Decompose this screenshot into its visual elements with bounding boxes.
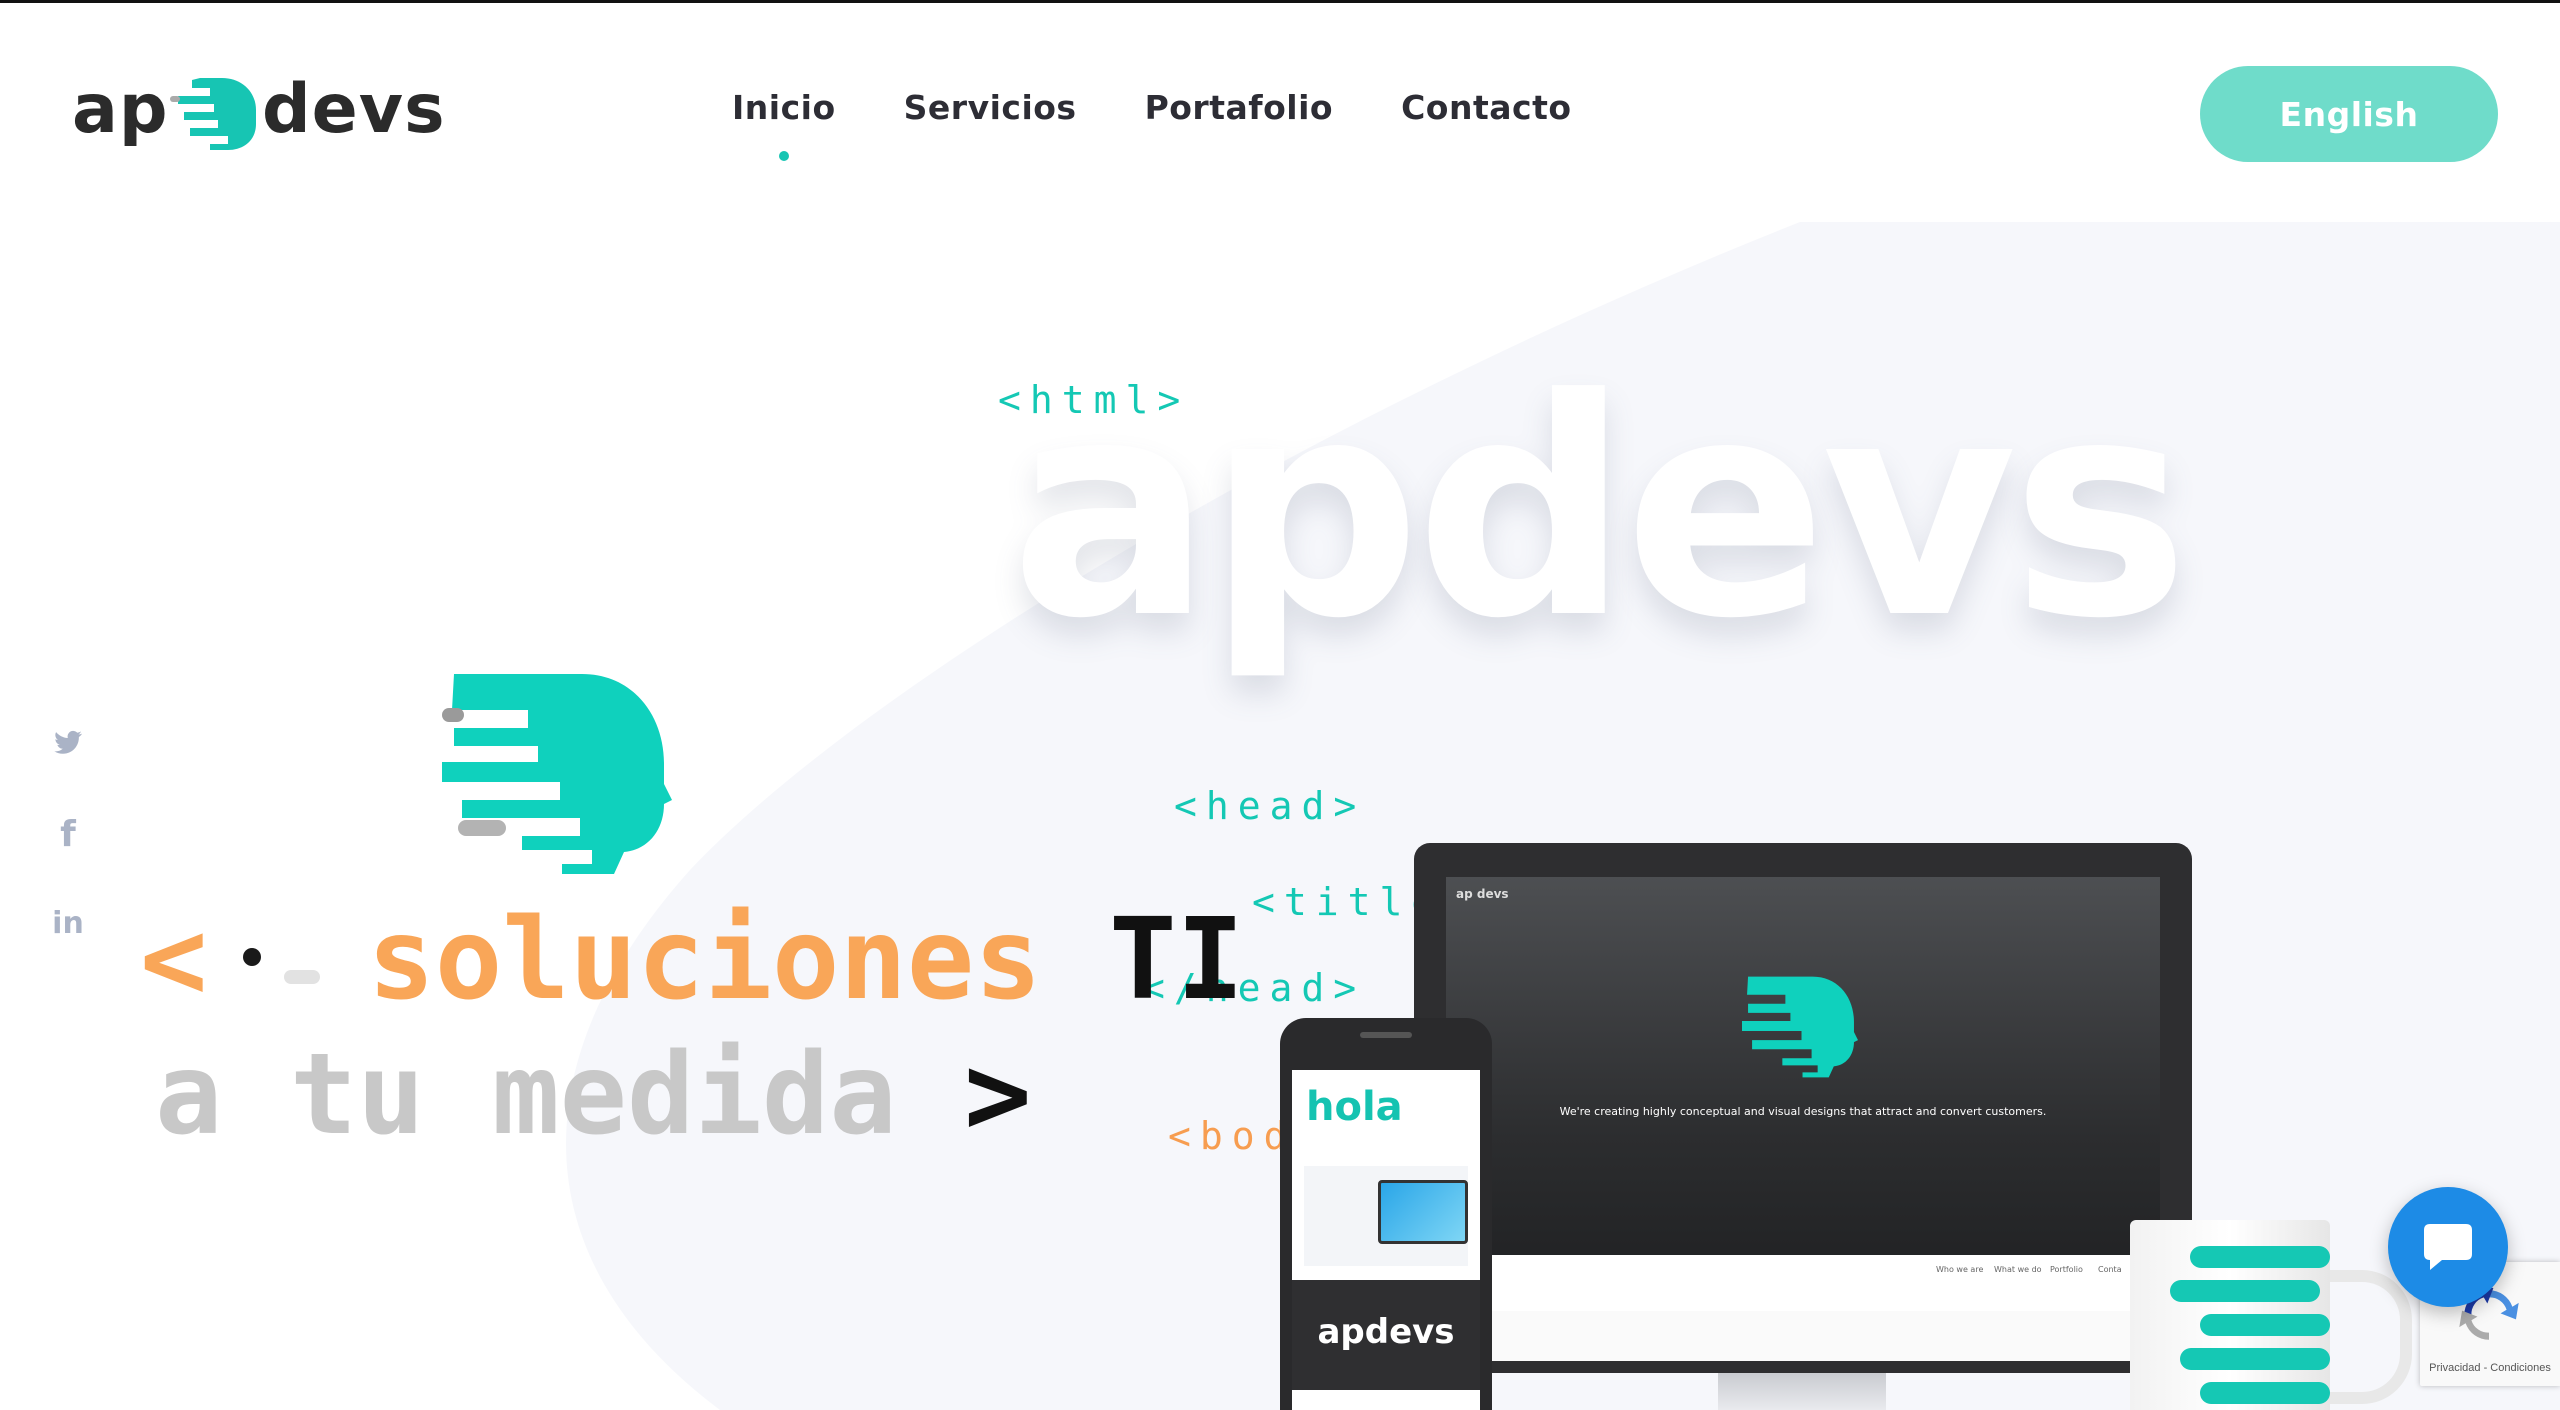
monitor-stand [1718, 1373, 1886, 1410]
phone-screen: hola apdevs [1292, 1070, 1480, 1410]
twitter-icon[interactable] [48, 728, 88, 758]
hero-headline-line2: a tu medida > [155, 1030, 1032, 1160]
monitor-menu-item: Who we are [1936, 1265, 1984, 1274]
head-lines-icon [442, 674, 672, 874]
laptop-illustration [1378, 1180, 1468, 1244]
headline-word-ti: TI [1109, 895, 1245, 1025]
monitor-tagline: We're creating highly conceptual and vis… [1559, 1105, 2047, 1118]
face-lines-icon [170, 78, 256, 150]
code-tag-html: <html> [998, 378, 1190, 422]
nav-item-inicio[interactable]: Inicio [732, 88, 836, 161]
monitor-menu-item: Portfolio [2050, 1265, 2083, 1274]
monitor-menu-item: Conta [2098, 1265, 2122, 1274]
nav-item-servicios[interactable]: Servicios [904, 88, 1077, 127]
monitor-menu-item: What we do [1994, 1265, 2042, 1274]
code-tag-head: <head> [1174, 784, 1366, 828]
nav-item-contacto[interactable]: Contacto [1401, 88, 1571, 127]
phone-brand-text: apdevs [1317, 1312, 1455, 1352]
main-nav: Inicio Servicios Portafolio Contacto [732, 88, 1572, 161]
chat-bubble-icon [2424, 1224, 2472, 1270]
code-tag-body: <bod [1168, 1114, 1296, 1158]
headline-word-soluciones: soluciones [367, 895, 1042, 1025]
headline-open-bracket: < [140, 895, 208, 1025]
monitor-chin [1446, 1311, 2160, 1361]
monitor-head-icon [1742, 976, 1858, 1078]
linkedin-icon[interactable]: in [48, 906, 88, 941]
phone-dark-banner: apdevs [1292, 1280, 1480, 1390]
recaptcha-text: Privacidad - Condiciones [2429, 1362, 2551, 1374]
logo-text-ap: ap [72, 70, 169, 149]
facebook-icon[interactable]: f [48, 814, 88, 855]
office-photo [1446, 877, 2160, 1311]
nav-item-portafolio[interactable]: Portafolio [1145, 88, 1334, 127]
monitor-logo: ap devs [1456, 887, 1509, 901]
headline-close-bracket: > [964, 1030, 1032, 1160]
headline-a-tu-medida: a tu medida [155, 1030, 897, 1160]
chat-button[interactable] [2388, 1187, 2508, 1307]
mug-mockup [2130, 1220, 2330, 1410]
monitor-screen: ap devs We're creating highly conceptual… [1446, 877, 2160, 1311]
hero-headline-line1: < soluciones TI [140, 895, 1244, 1025]
language-switch-button[interactable]: English [2200, 66, 2498, 162]
monitor-subnav: Who we are What we do Portfolio Conta [1446, 1255, 2160, 1311]
cursor-dash [284, 970, 320, 984]
phone-mockup: hola apdevs [1280, 1018, 1492, 1410]
phone-hola-text: hola [1306, 1084, 1403, 1130]
phone-content-card [1304, 1166, 1468, 1266]
phone-speaker [1360, 1032, 1412, 1038]
mug-handle [2330, 1270, 2412, 1404]
cursor-dot [243, 948, 261, 966]
mug-logo-graphic [2170, 1246, 2330, 1404]
logo-text-devs: devs [262, 70, 446, 149]
monitor-mockup: ap devs We're creating highly conceptual… [1414, 843, 2192, 1373]
site-logo[interactable]: ap devs [72, 70, 445, 160]
